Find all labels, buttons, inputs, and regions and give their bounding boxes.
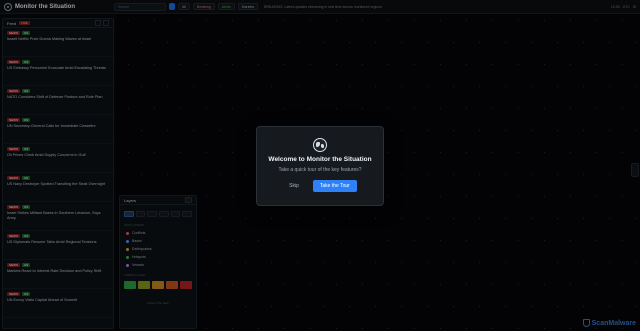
take-tour-button[interactable]: Take the Tour (312, 180, 357, 192)
skip-button[interactable]: Skip (283, 180, 305, 192)
dialog-subtitle: Take a quick tour of the key features? (278, 167, 362, 173)
dialog-actions: Skip Take the Tour (257, 180, 383, 192)
globe-icon (313, 138, 327, 152)
welcome-dialog: Welcome to Monitor the Situation Take a … (256, 126, 384, 206)
dialog-title: Welcome to Monitor the Situation (268, 156, 372, 163)
